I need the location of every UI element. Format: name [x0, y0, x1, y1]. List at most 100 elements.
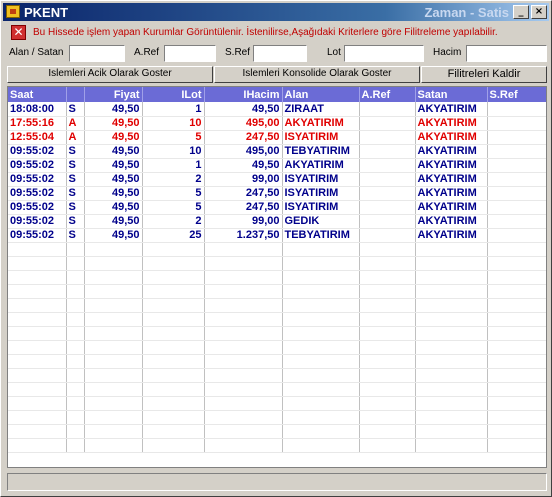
empty-cell: [415, 396, 488, 411]
cell-saat: 09:55:02: [8, 172, 67, 187]
empty-row: [8, 424, 546, 439]
empty-cell: [142, 340, 205, 355]
empty-cell: [204, 382, 283, 397]
table-row[interactable]: 09:55:02 S 49,50 5 247,50 ISYATIRIM AKYATIRIM: [8, 200, 546, 215]
cell-saat: 12:55:04: [8, 130, 67, 145]
empty-row: [8, 410, 546, 425]
empty-cell: [8, 368, 67, 383]
empty-cell: [415, 298, 488, 313]
empty-cell: [282, 424, 360, 439]
aref-input[interactable]: [164, 45, 216, 62]
empty-cell: [142, 242, 205, 257]
sref-input[interactable]: [253, 45, 307, 62]
show-open-button[interactable]: Islemleri Acik Olarak Goster: [7, 66, 213, 83]
table-row[interactable]: 18:08:00 S 49,50 1 49,50 ZIRAAT AKYATIRIM: [8, 102, 546, 117]
empty-cell: [66, 410, 85, 425]
cell-hacim: 1.237,50: [204, 228, 283, 243]
empty-cell: [359, 410, 416, 425]
info-bar: ✕ Bu Hissede işlem yapan Kurumlar Görünt…: [7, 25, 547, 42]
window-title: PKENT: [24, 5, 69, 20]
alan-satan-input[interactable]: [69, 45, 125, 62]
cell-hacim: 495,00: [204, 116, 283, 131]
cell-saat: 18:08:00: [8, 102, 67, 117]
col-saat[interactable]: Saat: [8, 87, 67, 102]
table-row[interactable]: 17:55:16 A 49,50 10 495,00 AKYATIRIM AKYATIRIM: [8, 116, 546, 131]
cell-aref: [359, 116, 416, 131]
cell-side: S: [66, 200, 85, 215]
table-row[interactable]: 09:55:02 S 49,50 5 247,50 ISYATIRIM AKYATIRIM: [8, 186, 546, 201]
empty-row: [8, 396, 546, 411]
close-button[interactable]: ×: [531, 5, 547, 19]
empty-cell: [359, 298, 416, 313]
col-hacim[interactable]: IHacim: [204, 87, 283, 102]
col-fiyat[interactable]: Fiyat: [84, 87, 143, 102]
empty-cell: [8, 312, 67, 327]
empty-cell: [8, 396, 67, 411]
lot-input[interactable]: [344, 45, 424, 62]
table-row[interactable]: 09:55:02 S 49,50 2 99,00 GEDIK AKYATIRIM: [8, 214, 546, 229]
empty-cell: [204, 270, 283, 285]
cell-sref: [487, 144, 546, 159]
cell-saat: 09:55:02: [8, 158, 67, 173]
empty-cell: [282, 340, 360, 355]
empty-cell: [84, 284, 143, 299]
hacim-input[interactable]: [466, 45, 547, 62]
empty-cell: [282, 298, 360, 313]
trades-grid[interactable]: Saat Fiyat ILot IHacim Alan A.Ref Satan …: [7, 86, 547, 468]
cell-satan: AKYATIRIM: [415, 200, 488, 215]
empty-cell: [204, 438, 283, 453]
col-sref[interactable]: S.Ref: [487, 87, 546, 102]
col-lot[interactable]: ILot: [142, 87, 205, 102]
empty-row: [8, 270, 546, 285]
cell-alan: ISYATIRIM: [282, 200, 360, 215]
cell-hacim: 99,00: [204, 172, 283, 187]
hacim-label: Hacim: [433, 47, 462, 58]
empty-cell: [487, 424, 546, 439]
empty-row: [8, 382, 546, 397]
empty-row: [8, 298, 546, 313]
table-row[interactable]: 12:55:04 A 49,50 5 247,50 ISYATIRIM AKYATIRIM: [8, 130, 546, 145]
clear-filters-button[interactable]: Filitreleri Kaldir: [421, 66, 547, 83]
cell-alan: ISYATIRIM: [282, 172, 360, 187]
alan-satan-label: Alan / Satan: [9, 47, 64, 58]
col-satan[interactable]: Satan: [415, 87, 488, 102]
empty-row: [8, 256, 546, 271]
minimize-button[interactable]: _: [513, 5, 529, 19]
cell-satan: AKYATIRIM: [415, 116, 488, 131]
cell-saat: 09:55:02: [8, 200, 67, 215]
empty-cell: [204, 326, 283, 341]
table-row[interactable]: 09:55:02 S 49,50 1 49,50 AKYATIRIM AKYATIRIM: [8, 158, 546, 173]
cell-sref: [487, 214, 546, 229]
table-row[interactable]: 09:55:02 S 49,50 25 1.237,50 TEBYATIRIM AKYATI…: [8, 228, 546, 243]
empty-cell: [84, 270, 143, 285]
empty-cell: [204, 284, 283, 299]
empty-cell: [66, 284, 85, 299]
empty-cell: [142, 368, 205, 383]
show-consolidated-button[interactable]: Islemleri Konsolide Olarak Goster: [214, 66, 420, 83]
cell-alan: TEBYATIRIM: [282, 144, 360, 159]
empty-cell: [8, 424, 67, 439]
cell-lot: 5: [142, 200, 205, 215]
table-row[interactable]: 09:55:02 S 49,50 10 495,00 TEBYATIRIM AKYATIRI…: [8, 144, 546, 159]
empty-cell: [487, 284, 546, 299]
cell-lot: 10: [142, 116, 205, 131]
table-row[interactable]: 09:55:02 S 49,50 2 99,00 ISYATIRIM AKYATIRIM: [8, 172, 546, 187]
empty-cell: [282, 354, 360, 369]
cell-side: S: [66, 158, 85, 173]
col-side[interactable]: [66, 87, 85, 102]
empty-cell: [282, 284, 360, 299]
col-aref[interactable]: A.Ref: [359, 87, 416, 102]
empty-cell: [282, 396, 360, 411]
empty-cell: [66, 242, 85, 257]
empty-cell: [415, 270, 488, 285]
empty-cell: [66, 396, 85, 411]
empty-cell: [8, 242, 67, 257]
col-alan[interactable]: Alan: [282, 87, 360, 102]
cell-fiyat: 49,50: [84, 130, 143, 145]
title-bar[interactable]: PKENT Zaman - Satis _ ×: [3, 3, 549, 21]
empty-cell: [84, 242, 143, 257]
empty-cell: [204, 396, 283, 411]
cell-sref: [487, 172, 546, 187]
cell-hacim: 49,50: [204, 158, 283, 173]
empty-cell: [487, 382, 546, 397]
